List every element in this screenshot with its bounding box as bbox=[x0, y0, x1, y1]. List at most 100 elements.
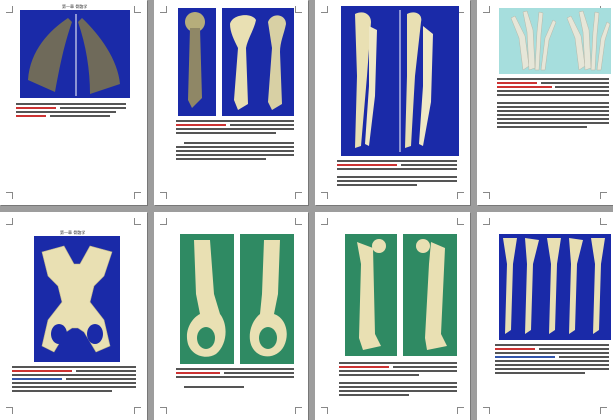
body-text bbox=[337, 176, 457, 178]
crop-mark bbox=[295, 6, 302, 13]
crop-mark bbox=[160, 218, 167, 225]
caption-line bbox=[401, 164, 457, 166]
femur-plate bbox=[345, 234, 457, 356]
caption-line bbox=[16, 115, 46, 117]
caption-line bbox=[339, 362, 457, 364]
caption-line bbox=[176, 124, 226, 126]
page-3[interactable] bbox=[315, 0, 470, 205]
caption-line bbox=[16, 103, 126, 105]
body-text bbox=[184, 142, 294, 144]
caption-line bbox=[16, 107, 56, 109]
body-text bbox=[339, 394, 409, 396]
caption-line bbox=[176, 376, 294, 378]
tibia-plate bbox=[499, 234, 611, 340]
caption-line bbox=[495, 352, 609, 354]
crop-mark bbox=[483, 218, 490, 225]
crop-mark bbox=[457, 218, 464, 225]
crop-mark bbox=[600, 192, 607, 199]
body-text bbox=[176, 158, 266, 160]
crop-mark bbox=[6, 407, 13, 414]
body-text bbox=[339, 386, 457, 388]
caption-line bbox=[337, 168, 457, 170]
crop-mark bbox=[457, 407, 464, 414]
crop-mark bbox=[321, 6, 328, 13]
page-8[interactable] bbox=[477, 212, 613, 420]
body-text bbox=[497, 110, 609, 112]
caption-line bbox=[495, 356, 555, 358]
crop-mark bbox=[321, 192, 328, 199]
body-text bbox=[497, 122, 609, 124]
body-text bbox=[339, 390, 457, 392]
caption-line bbox=[495, 344, 609, 346]
caption-line bbox=[497, 78, 609, 80]
caption-line bbox=[176, 372, 220, 374]
caption-line bbox=[76, 370, 136, 372]
body-text bbox=[176, 146, 294, 148]
crop-mark bbox=[160, 407, 167, 414]
caption-line bbox=[12, 382, 136, 384]
page-1[interactable]: 第一章 骨骼学 bbox=[0, 0, 147, 205]
caption-line bbox=[497, 94, 609, 96]
crop-mark bbox=[295, 218, 302, 225]
body-text bbox=[497, 106, 609, 108]
caption-line bbox=[495, 360, 609, 362]
crop-mark bbox=[321, 407, 328, 414]
crop-mark bbox=[134, 6, 141, 13]
crop-mark bbox=[134, 192, 141, 199]
caption-line bbox=[12, 370, 72, 372]
body-text bbox=[339, 382, 457, 384]
caption-line bbox=[16, 111, 116, 113]
caption-line bbox=[12, 390, 112, 392]
caption-line bbox=[12, 386, 136, 388]
caption-line bbox=[495, 368, 609, 370]
page-2[interactable] bbox=[154, 0, 308, 205]
crop-mark bbox=[6, 218, 13, 225]
caption-line bbox=[337, 160, 457, 162]
caption-line bbox=[339, 366, 389, 368]
radius-ulna-plate bbox=[341, 6, 459, 156]
body-text bbox=[337, 184, 417, 186]
body-text bbox=[497, 102, 609, 104]
humerus-plate-1 bbox=[178, 8, 216, 116]
os-coxae-plate bbox=[180, 234, 294, 364]
crop-mark bbox=[6, 6, 13, 13]
caption-line bbox=[337, 164, 397, 166]
page-7[interactable] bbox=[315, 212, 470, 420]
crop-mark bbox=[483, 6, 490, 13]
caption-line bbox=[50, 115, 110, 117]
manus-plate bbox=[499, 8, 611, 74]
caption-line bbox=[541, 82, 609, 84]
caption-line bbox=[12, 366, 136, 368]
body-text bbox=[176, 150, 294, 152]
crop-mark bbox=[160, 6, 167, 13]
page-5[interactable]: 第一章 骨骼学 bbox=[0, 212, 147, 420]
caption-line bbox=[495, 364, 609, 366]
caption-line bbox=[230, 124, 294, 126]
body-text bbox=[497, 126, 587, 128]
crop-mark bbox=[457, 192, 464, 199]
page-4[interactable] bbox=[477, 0, 613, 205]
crop-mark bbox=[134, 218, 141, 225]
crop-mark bbox=[295, 407, 302, 414]
caption-line bbox=[176, 120, 294, 122]
caption-line bbox=[66, 378, 136, 380]
crop-mark bbox=[295, 192, 302, 199]
caption-line bbox=[559, 356, 609, 358]
caption-line bbox=[497, 86, 552, 88]
scapula-plate bbox=[20, 10, 130, 98]
caption-line bbox=[497, 82, 537, 84]
caption-line bbox=[60, 107, 126, 109]
caption-line bbox=[539, 348, 609, 350]
crop-mark bbox=[600, 218, 607, 225]
crop-mark bbox=[321, 218, 328, 225]
caption-line bbox=[339, 370, 457, 372]
crop-mark bbox=[483, 192, 490, 199]
caption-line bbox=[176, 128, 294, 130]
caption-line bbox=[176, 132, 276, 134]
crop-mark bbox=[6, 192, 13, 199]
page-6[interactable] bbox=[154, 212, 308, 420]
caption-line bbox=[393, 366, 457, 368]
body-text bbox=[184, 386, 244, 388]
pelvis-plate bbox=[34, 236, 120, 362]
caption-line bbox=[495, 348, 535, 350]
